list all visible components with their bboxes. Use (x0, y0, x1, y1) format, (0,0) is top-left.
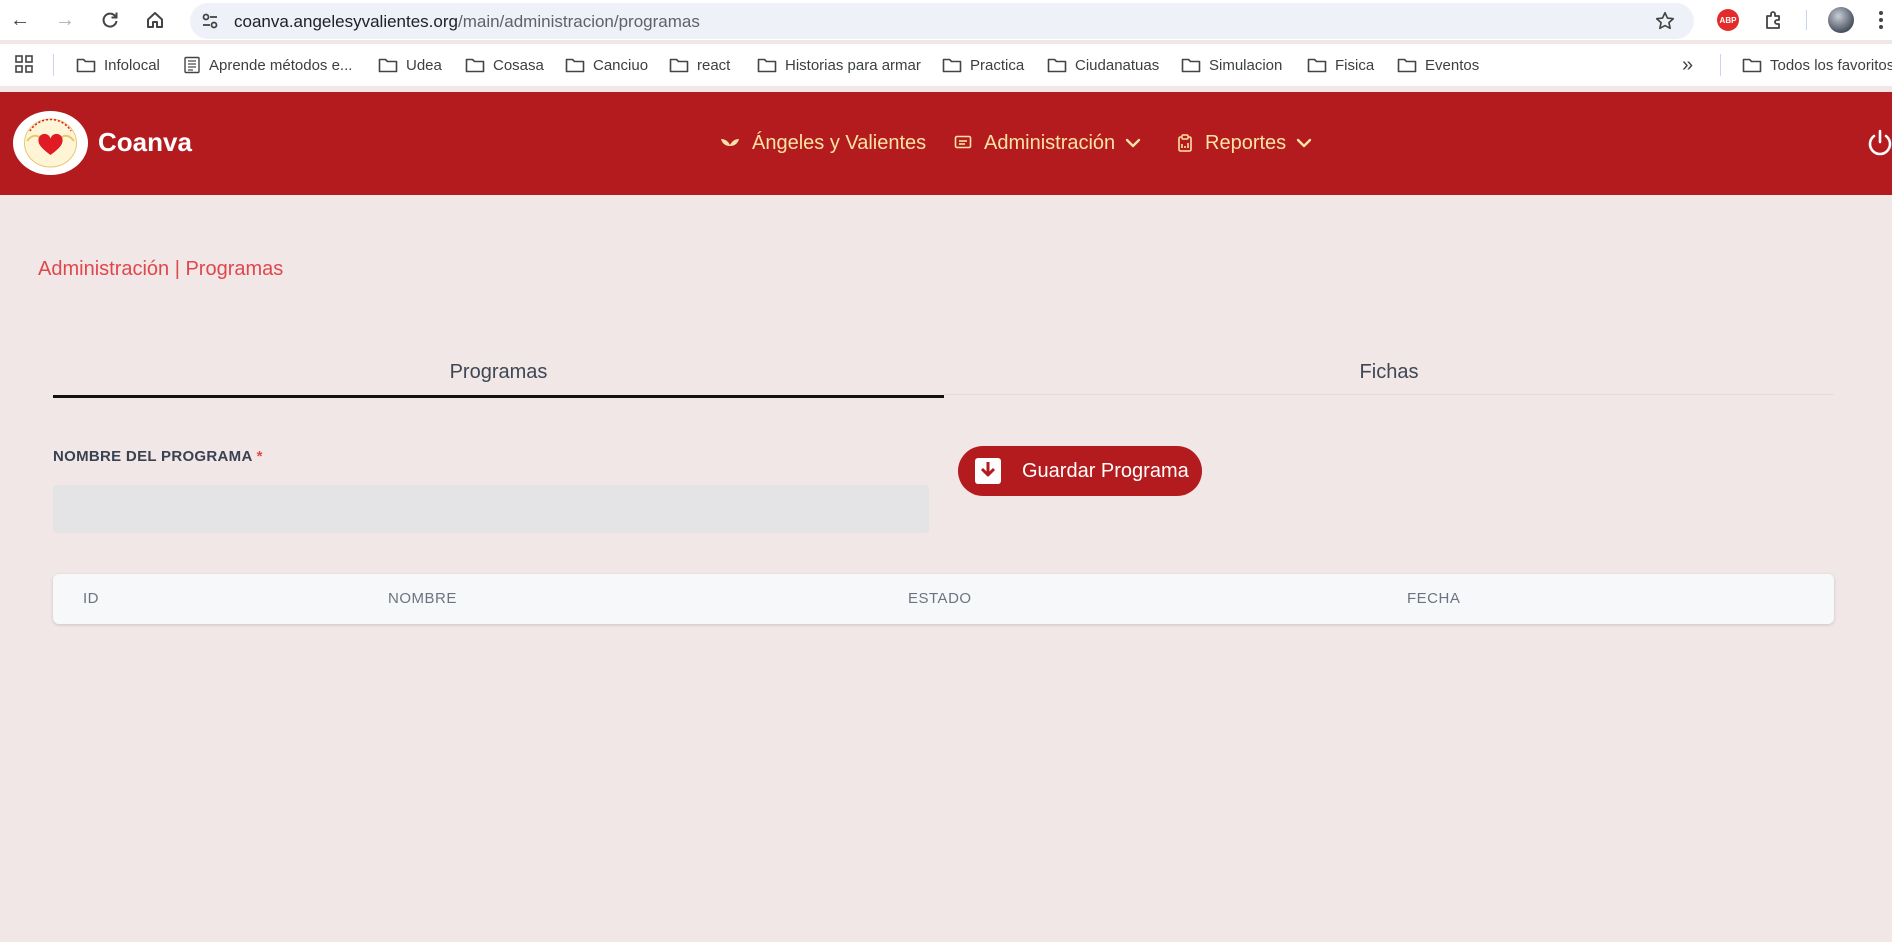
folder-icon (565, 58, 585, 73)
bookmarks-bar: Infolocal Aprende métodos e... Udea Cosasa C… (0, 44, 1892, 86)
bookmark-label: Infolocal (104, 56, 160, 74)
column-header-estado[interactable]: ESTADO (908, 590, 972, 607)
nav-administracion[interactable]: Administración (954, 128, 1141, 158)
chevron-down-icon (1125, 138, 1141, 148)
field-label-text: NOMBRE DEL PROGRAMA (53, 448, 253, 465)
url-text[interactable]: coanva.angelesyvalientes.org/main/admini… (234, 12, 700, 32)
required-marker: * (256, 448, 263, 465)
bookmark-label: react (697, 56, 731, 74)
bookmark-item[interactable]: Eventos (1397, 54, 1479, 76)
bookmark-item[interactable]: Simulacion (1181, 54, 1282, 76)
bookmark-label: Udea (406, 56, 442, 74)
breadcrumb: Administración | Programas (38, 258, 284, 280)
folder-icon (1307, 58, 1327, 73)
nav-label: Reportes (1205, 131, 1287, 154)
bookmark-item[interactable]: Ciudanatuas (1047, 54, 1159, 76)
nav-angeles-y-valientes[interactable]: Ángeles y Valientes (720, 128, 926, 158)
folder-icon (465, 58, 485, 73)
nav-reportes[interactable]: Reportes (1177, 128, 1312, 158)
url-host: coanva.angelesyvalientes.org (234, 12, 458, 31)
nav-label: Ángeles y Valientes (752, 131, 927, 154)
column-header-nombre[interactable]: NOMBRE (388, 590, 457, 607)
bookmark-star-icon[interactable] (1654, 10, 1676, 32)
profile-avatar[interactable] (1828, 7, 1854, 33)
bookmark-label: Ciudanatuas (1075, 56, 1160, 74)
brand-name[interactable]: Coanva (98, 127, 192, 158)
back-icon[interactable]: ← (6, 6, 34, 34)
folder-icon (942, 58, 962, 73)
power-logout-icon[interactable] (1866, 128, 1892, 158)
list-icon (954, 135, 972, 151)
folder-icon (757, 58, 777, 73)
bookmarks-divider (1720, 54, 1721, 76)
page-icon (184, 56, 200, 74)
tab-programas[interactable]: Programas (53, 350, 944, 398)
forward-icon[interactable]: → (51, 6, 79, 34)
url-path: /main/administracion/programas (457, 12, 700, 31)
folder-icon (1047, 58, 1067, 73)
bookmarks-divider (53, 54, 54, 76)
folder-icon (1742, 58, 1762, 73)
more-bookmarks-icon[interactable]: » (1682, 54, 1702, 76)
save-program-button[interactable]: Guardar Programa (958, 446, 1202, 496)
program-name-input[interactable] (53, 485, 929, 533)
folder-icon (378, 58, 398, 73)
clipboard-icon (1177, 134, 1193, 152)
folder-icon (669, 58, 689, 73)
bookmark-label: Fisica (1335, 56, 1375, 74)
apps-grid-icon[interactable] (14, 54, 34, 74)
home-icon[interactable] (141, 6, 169, 34)
tab-fichas[interactable]: Fichas (944, 350, 1834, 395)
programs-table: ID NOMBRE ESTADO FECHA (53, 574, 1834, 624)
bookmark-label: Cosasa (493, 56, 544, 74)
address-bar[interactable]: coanva.angelesyvalientes.org/main/admini… (190, 3, 1694, 39)
bookmark-label: Canciuo (593, 56, 649, 74)
bookmark-label: Simulacion (1209, 56, 1283, 74)
bookmark-item[interactable]: Historias para armar (757, 54, 921, 76)
bookmark-item[interactable]: Aprende métodos e... (183, 54, 352, 76)
folder-icon (1397, 58, 1417, 73)
app-header: Coanva Ángeles y Valientes Administració… (0, 92, 1892, 195)
bookmark-label: Eventos (1425, 56, 1480, 74)
column-header-id[interactable]: ID (83, 590, 99, 607)
bookmark-label: Todos los favoritos (1770, 56, 1892, 74)
bookmark-item[interactable]: Fisica (1307, 54, 1374, 76)
download-save-icon (975, 458, 1001, 484)
bookmark-label: Historias para armar (785, 56, 921, 74)
bookmark-item[interactable]: Udea (378, 54, 442, 76)
program-name-label: NOMBRE DEL PROGRAMA * (53, 448, 263, 465)
nav-label: Administración (984, 131, 1116, 154)
bookmark-item[interactable]: Canciuo (565, 54, 648, 76)
bookmark-item[interactable]: Cosasa (465, 54, 544, 76)
browser-menu-icon[interactable] (1876, 8, 1886, 32)
coanva-logo[interactable] (13, 111, 88, 175)
bookmark-all-favorites[interactable]: Todos los favoritos (1742, 54, 1892, 76)
bookmark-item[interactable]: Practica (942, 54, 1024, 76)
extensions-puzzle-icon[interactable] (1762, 8, 1786, 32)
folder-icon (76, 58, 96, 73)
tab-bar: Programas Fichas (53, 350, 1834, 398)
wings-icon (720, 136, 740, 150)
reload-icon[interactable] (96, 6, 124, 34)
save-button-label: Guardar Programa (1022, 459, 1189, 482)
site-info-icon[interactable] (200, 11, 220, 31)
bookmark-item[interactable]: Infolocal (76, 54, 160, 76)
column-header-fecha[interactable]: FECHA (1407, 590, 1460, 607)
folder-icon (1181, 58, 1201, 73)
bookmark-item[interactable]: react (669, 54, 730, 76)
browser-toolbar: ← → coanva.angelesyvalientes.org/main/ad… (0, 0, 1892, 40)
chevron-down-icon (1296, 138, 1312, 148)
toolbar-divider (1806, 10, 1807, 30)
bookmark-label: Practica (970, 56, 1025, 74)
adblock-plus-icon[interactable]: ABP (1717, 9, 1739, 31)
bookmark-label: Aprende métodos e... (209, 56, 353, 74)
